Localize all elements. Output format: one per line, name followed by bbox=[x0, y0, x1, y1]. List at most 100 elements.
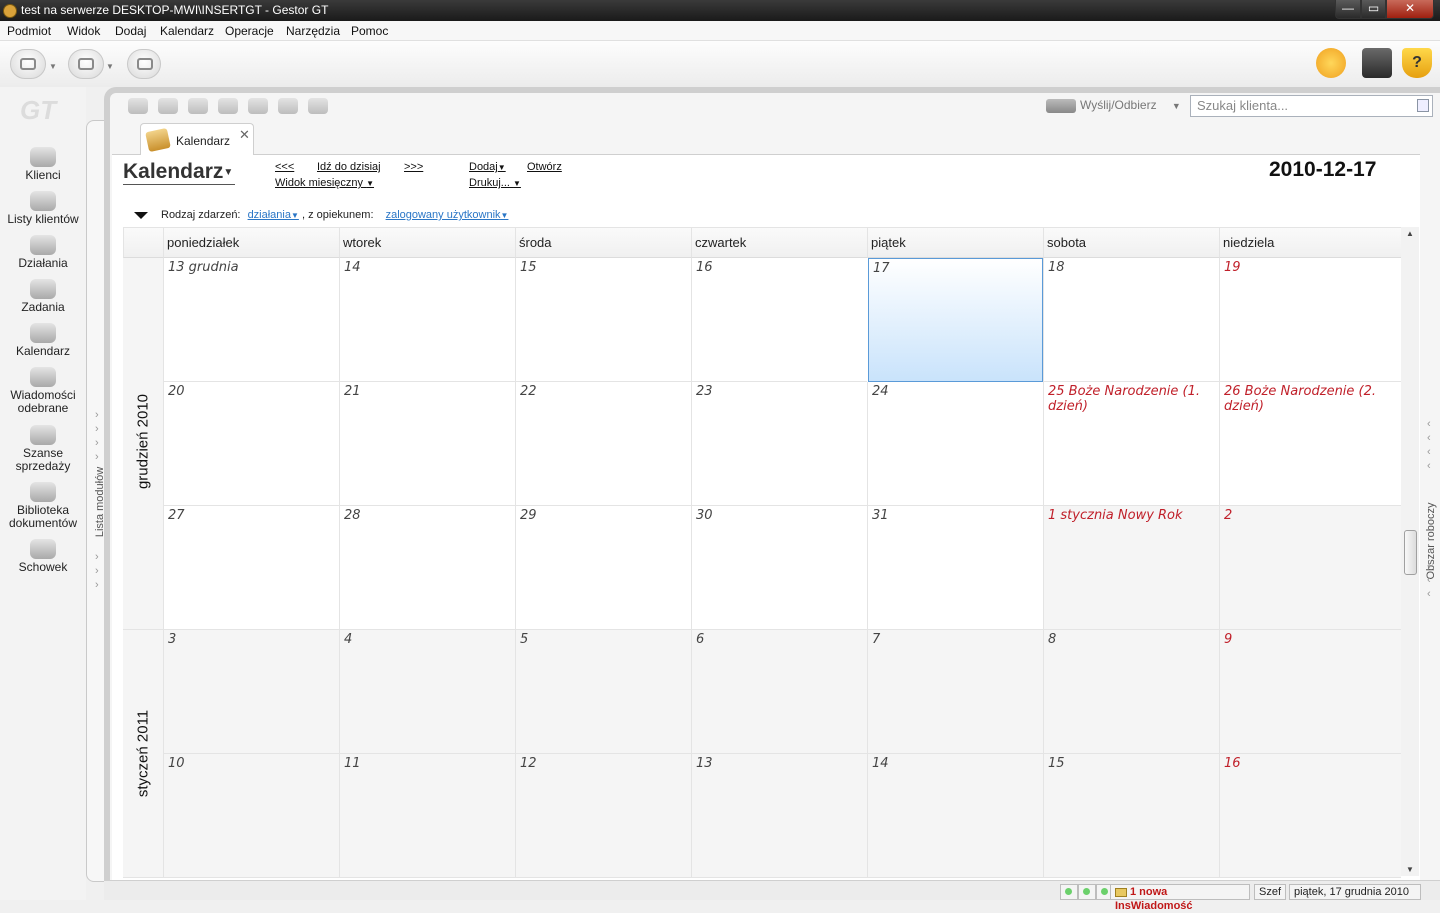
day-cell[interactable]: 4 bbox=[339, 630, 515, 754]
workspace-toggle[interactable]: ‹ ‹ ‹ ‹ Obszar roboczy ‹ ‹ ‹ bbox=[1422, 120, 1440, 882]
notification-status[interactable]: 1 nowa InsWiadomość bbox=[1110, 884, 1250, 912]
menu-narzedzia[interactable]: Narzędzia bbox=[286, 24, 340, 38]
calendar-title-dropdown[interactable]: Kalendarz▼ bbox=[123, 160, 236, 185]
go-to-today-link[interactable]: Idź do dzisiaj bbox=[317, 161, 381, 173]
sidebar-item-klienci[interactable]: Klienci bbox=[0, 147, 86, 182]
prev-period-link[interactable]: <<< bbox=[275, 161, 294, 173]
scroll-down-icon[interactable]: ▼ bbox=[1406, 865, 1414, 874]
tab-label: Kalendarz bbox=[176, 134, 231, 148]
day-cell[interactable]: 6 bbox=[691, 630, 867, 754]
day-cell-today[interactable]: 17 bbox=[868, 258, 1043, 382]
day-cell[interactable]: 23 bbox=[691, 382, 867, 506]
sidebar-item-wiadomosci[interactable]: Wiadomości odebrane bbox=[1, 367, 85, 415]
day-cell[interactable]: 30 bbox=[691, 506, 867, 630]
day-cell[interactable]: 28 bbox=[339, 506, 515, 630]
chevron-right-icon: › bbox=[95, 409, 99, 421]
day-cell[interactable]: 22 bbox=[515, 382, 691, 506]
day-cell[interactable]: 18 bbox=[1043, 258, 1219, 382]
day-cell[interactable]: 13 bbox=[691, 754, 867, 878]
day-cell[interactable]: 3 bbox=[163, 630, 339, 754]
menu-podmiot[interactable]: Podmiot bbox=[7, 24, 51, 38]
day-cell[interactable]: 21 bbox=[339, 382, 515, 506]
day-cell[interactable]: 7 bbox=[867, 630, 1043, 754]
print-dropdown[interactable]: Drukuj... ▼ bbox=[469, 177, 521, 189]
add-client-icon[interactable] bbox=[128, 98, 148, 114]
day-cell[interactable]: 11 bbox=[339, 754, 515, 878]
day-cell[interactable]: 1 stycznia Nowy Rok bbox=[1043, 506, 1219, 630]
day-cell[interactable]: 15 bbox=[1043, 754, 1219, 878]
day-label: 5 bbox=[520, 632, 529, 647]
archive-button[interactable] bbox=[127, 49, 161, 79]
sidebar-item-kalendarz[interactable]: Kalendarz bbox=[0, 323, 86, 358]
add-opportunity-icon[interactable] bbox=[278, 98, 298, 114]
day-cell[interactable]: 12 bbox=[515, 754, 691, 878]
day-cell[interactable]: 14 bbox=[339, 258, 515, 382]
chevron-left-icon: ‹ bbox=[1427, 460, 1431, 472]
client-search-input[interactable]: Szukaj klienta... bbox=[1190, 95, 1433, 117]
day-cell[interactable]: 24 bbox=[867, 382, 1043, 506]
send-receive-button[interactable]: Wyślij/Odbierz ▼ bbox=[1046, 95, 1181, 115]
add-task-icon[interactable] bbox=[248, 98, 268, 114]
box-icon[interactable] bbox=[1362, 48, 1392, 78]
close-button[interactable]: ✕ bbox=[1386, 0, 1434, 19]
sidebar-item-biblioteka[interactable]: Biblioteka dokumentów bbox=[5, 482, 81, 530]
add-document-icon[interactable] bbox=[308, 98, 328, 114]
day-cell[interactable]: 31 bbox=[867, 506, 1043, 630]
next-period-link[interactable]: >>> bbox=[404, 161, 423, 173]
add-dropdown[interactable]: Dodaj▼ bbox=[469, 161, 506, 173]
day-cell[interactable]: 14 bbox=[867, 754, 1043, 878]
opportunities-icon bbox=[30, 425, 56, 445]
day-cell[interactable]: 26 Boże Narodzenie (2. dzień) bbox=[1219, 382, 1401, 506]
day-cell[interactable]: 2 bbox=[1219, 506, 1401, 630]
event-type-dropdown[interactable]: działania▼ bbox=[248, 209, 299, 221]
mail-button[interactable] bbox=[10, 49, 46, 79]
sidebar-item-label: Schowek bbox=[18, 560, 68, 574]
sidebar-item-dzialania[interactable]: Działania bbox=[0, 235, 86, 270]
add-person-icon[interactable] bbox=[158, 98, 178, 114]
scroll-up-icon[interactable]: ▲ bbox=[1406, 229, 1414, 238]
day-cell[interactable]: 16 bbox=[1219, 754, 1401, 878]
menu-widok[interactable]: Widok bbox=[67, 24, 100, 38]
view-mode-dropdown[interactable]: Widok miesięczny ▼ bbox=[275, 177, 374, 189]
help-shield-icon[interactable]: ? bbox=[1402, 48, 1432, 78]
open-link[interactable]: Otwórz bbox=[527, 161, 562, 173]
inbox-dropdown-arrow[interactable]: ▼ bbox=[106, 62, 114, 71]
day-cell[interactable]: 27 bbox=[163, 506, 339, 630]
menu-operacje[interactable]: Operacje bbox=[225, 24, 274, 38]
day-cell[interactable]: 8 bbox=[1043, 630, 1219, 754]
weekday-header: wtorek bbox=[339, 228, 515, 258]
sidebar-item-szanse[interactable]: Szanse sprzedaży bbox=[8, 425, 78, 473]
inbox-button[interactable] bbox=[68, 49, 104, 79]
search-list-icon[interactable] bbox=[1417, 99, 1429, 112]
scroll-thumb[interactable] bbox=[1404, 530, 1417, 575]
mail-dropdown-arrow[interactable]: ▼ bbox=[49, 62, 57, 71]
caretaker-dropdown[interactable]: zalogowany użytkownik▼ bbox=[386, 209, 509, 221]
add-group-icon[interactable] bbox=[188, 98, 208, 114]
day-cell[interactable]: 16 bbox=[691, 258, 867, 382]
status-globe-icon[interactable] bbox=[1316, 48, 1346, 78]
tab-kalendarz[interactable]: Kalendarz ✕ bbox=[140, 123, 254, 156]
collapse-triangle-icon[interactable] bbox=[134, 212, 148, 219]
maximize-button[interactable]: ▭ bbox=[1361, 0, 1386, 19]
day-cell[interactable]: 19 bbox=[1219, 258, 1401, 382]
day-cell[interactable]: 20 bbox=[163, 382, 339, 506]
day-cell[interactable]: 5 bbox=[515, 630, 691, 754]
sidebar-item-schowek[interactable]: Schowek bbox=[0, 539, 86, 574]
day-cell[interactable]: 13 grudnia bbox=[163, 258, 339, 382]
sidebar-item-zadania[interactable]: Zadania bbox=[0, 279, 86, 314]
menu-pomoc[interactable]: Pomoc bbox=[351, 24, 388, 38]
calendar-icon bbox=[30, 323, 56, 343]
day-cell[interactable]: 29 bbox=[515, 506, 691, 630]
menu-kalendarz[interactable]: Kalendarz bbox=[160, 24, 214, 38]
day-cell[interactable]: 10 bbox=[163, 754, 339, 878]
add-action-icon[interactable] bbox=[218, 98, 238, 114]
sidebar-item-listy-klientow[interactable]: Listy klientów bbox=[0, 191, 86, 226]
calendar-scrollbar[interactable]: ▲ ▼ bbox=[1401, 227, 1419, 876]
minimize-button[interactable]: — bbox=[1335, 0, 1361, 19]
chevron-down-icon[interactable]: ▼ bbox=[1172, 101, 1181, 111]
day-cell[interactable]: 15 bbox=[515, 258, 691, 382]
tab-close-icon[interactable]: ✕ bbox=[239, 127, 250, 143]
menu-dodaj[interactable]: Dodaj bbox=[115, 24, 146, 38]
day-cell[interactable]: 25 Boże Narodzenie (1. dzień) bbox=[1043, 382, 1219, 506]
day-cell[interactable]: 9 bbox=[1219, 630, 1401, 754]
